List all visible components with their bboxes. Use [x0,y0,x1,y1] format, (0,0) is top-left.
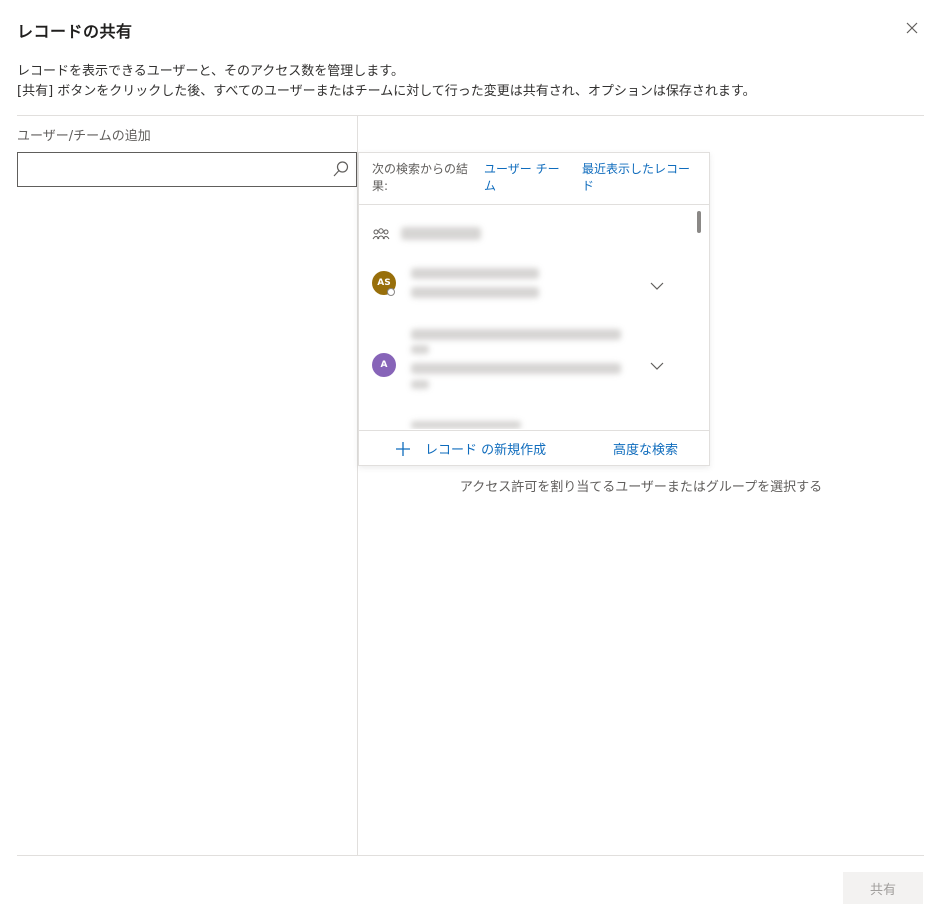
chevron-down-icon[interactable] [650,361,664,371]
share-button[interactable]: 共有 [843,872,923,904]
dropdown-footer: レコード の新規作成 高度な検索 [359,430,709,466]
add-user-team-label: ユーザー/チームの追加 [17,129,151,144]
advanced-search-link[interactable]: 高度な検索 [613,439,678,458]
user-team-search-input[interactable] [24,158,328,182]
user-team-search-field[interactable] [17,152,357,187]
select-user-hint: アクセス許可を割り当てるユーザーまたはグループを選択する [459,480,823,495]
lookup-results-dropdown: 次の検索からの結果: ユーザー チーム 最近表示したレコード AS A レコード… [358,152,710,466]
description-line-1: レコードを表示できるユーザーと、そのアクセス数を管理します。 [17,64,405,79]
chevron-down-icon[interactable] [650,281,664,291]
results-from-label: 次の検索からの結果: [372,162,469,193]
list-item-user[interactable]: A [359,323,695,413]
list-item-user[interactable]: AS [359,260,695,330]
list-item-team[interactable] [359,213,695,253]
avatar: A [372,353,396,377]
dropdown-header: 次の検索からの結果: ユーザー チーム 最近表示したレコード [359,153,709,205]
new-record-button[interactable]: レコード の新規作成 [395,439,546,458]
user-detail-redacted [411,363,621,374]
new-record-label: レコード の新規作成 [425,443,547,458]
filter-recent-records-link[interactable]: 最近表示したレコード [582,161,697,195]
bottom-divider [17,855,924,856]
user-name-redacted [411,268,539,279]
presence-icon [387,288,395,296]
results-list[interactable]: AS A [359,205,709,429]
top-divider [17,115,924,116]
plus-icon [396,441,410,456]
list-item-partial[interactable] [359,417,695,429]
team-name-redacted [401,227,481,240]
search-icon[interactable] [332,160,350,178]
user-detail-redacted-2 [411,380,429,389]
filter-users-teams-link[interactable]: ユーザー チーム [484,161,564,195]
list-scrollbar[interactable] [697,211,701,233]
close-icon[interactable] [902,18,922,38]
user-detail-redacted [411,287,539,298]
dialog-description: レコードを表示できるユーザーと、そのアクセス数を管理します。 [共有] ボタンを… [17,62,756,102]
user-name-redacted [411,329,621,340]
dialog-title: レコードの共有 [17,22,133,41]
redacted-text [411,421,521,429]
description-line-2: [共有] ボタンをクリックした後、すべてのユーザーまたはチームに対して行った変更… [17,84,756,99]
share-record-dialog: レコードの共有 レコードを表示できるユーザーと、そのアクセス数を管理します。 [… [0,0,945,922]
user-name-redacted-2 [411,345,429,354]
team-icon [372,228,390,240]
